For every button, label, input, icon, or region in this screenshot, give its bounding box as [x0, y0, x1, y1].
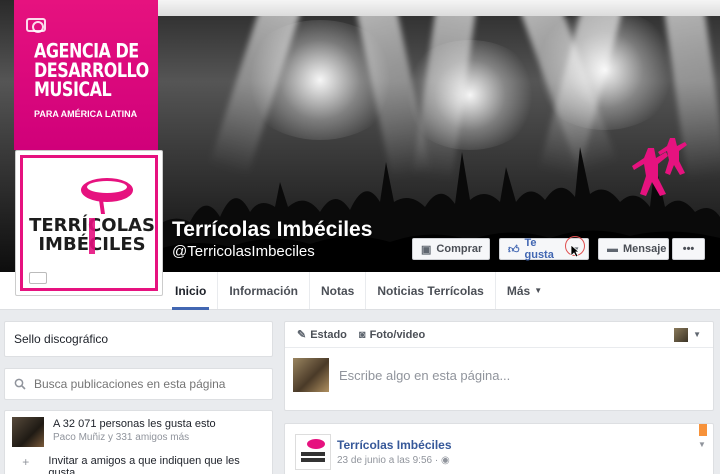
- page-handle[interactable]: @TerricolasImbeciles: [172, 243, 315, 260]
- post-composer: ✎ Estado ◙ Foto/video ▼ Escribe algo en …: [284, 321, 714, 411]
- facebook-page: AGENCIA DE DESARROLLO MUSICAL PARA AMÉRI…: [0, 0, 720, 474]
- message-icon: ▬: [607, 243, 618, 255]
- composer-placeholder[interactable]: Escribe algo en esta página...: [339, 368, 510, 383]
- invite-friends-link[interactable]: + Invitar a amigos a que indiquen que le…: [5, 453, 272, 474]
- pencil-icon: ✎: [297, 329, 307, 341]
- band-logo: TERRÍCOLAS IMBÉCILES: [29, 178, 155, 255]
- cover-top-strip: [150, 0, 720, 16]
- caret-down-icon: ▼: [693, 330, 701, 339]
- page-tabs: Inicio Información Notas Noticias Terríc…: [164, 272, 720, 310]
- category-card: Sello discográfico: [4, 321, 273, 357]
- camera-icon[interactable]: [29, 272, 47, 284]
- agency-subtitle: PARA AMÉRICA LATINA: [34, 109, 138, 119]
- camera-icon: ◙: [358, 328, 366, 341]
- profile-picture[interactable]: TERRÍCOLAS IMBÉCILES: [15, 150, 163, 296]
- buy-button[interactable]: ▣ Comprar: [412, 238, 490, 260]
- post-author-avatar[interactable]: [295, 434, 331, 470]
- dancing-figures-graphic: [632, 138, 687, 196]
- shopping-bag-icon: ▣: [421, 243, 432, 256]
- agency-banner: AGENCIA DE DESARROLLO MUSICAL PARA AMÉRI…: [14, 0, 158, 150]
- photo-video-tab[interactable]: ◙ Foto/video: [359, 329, 425, 341]
- tab-informacion[interactable]: Información: [218, 272, 311, 309]
- camera-icon[interactable]: [26, 18, 46, 33]
- likes-summary[interactable]: A 32 071 personas les gusta esto Paco Mu…: [5, 411, 272, 453]
- chevron-down-icon[interactable]: ▼: [698, 440, 706, 449]
- invite-friends-icon: +: [22, 455, 30, 469]
- friends-thumbnail: [12, 417, 44, 447]
- tab-mas[interactable]: Más ▼: [496, 272, 553, 309]
- bookmark-icon[interactable]: [699, 424, 707, 436]
- search-input[interactable]: [34, 377, 254, 391]
- message-button[interactable]: ▬ Mensaje: [598, 238, 669, 260]
- globe-icon: ◉: [440, 455, 450, 466]
- caret-down-icon: ▼: [534, 286, 543, 295]
- avatar: [674, 327, 689, 342]
- page-title[interactable]: Terrícolas Imbéciles: [172, 218, 372, 242]
- status-tab[interactable]: ✎ Estado: [297, 328, 347, 342]
- tab-notas[interactable]: Notas: [310, 272, 367, 309]
- post-as-selector[interactable]: ▼: [674, 327, 701, 342]
- composer-input-area[interactable]: Escribe algo en esta página...: [285, 348, 713, 402]
- friends-likes-text: Paco Muñiz y 331 amigos más: [53, 432, 190, 443]
- avatar: [293, 358, 329, 392]
- search-icon: [14, 378, 26, 390]
- thumbs-up-icon: 👍︎: [508, 243, 520, 256]
- page-search[interactable]: [4, 368, 273, 400]
- more-options-button[interactable]: •••: [672, 238, 705, 260]
- tab-noticias-terricolas[interactable]: Noticias Terrícolas: [366, 272, 496, 309]
- mouse-cursor-icon: [570, 244, 580, 258]
- agency-title: AGENCIA DE DESARROLLO MUSICAL: [34, 39, 149, 101]
- likes-card: A 32 071 personas les gusta esto Paco Mu…: [4, 410, 273, 474]
- feed-post: Terrícolas Imbéciles 23 de junio a las 9…: [284, 423, 714, 474]
- tab-inicio[interactable]: Inicio: [164, 272, 219, 310]
- post-author-name[interactable]: Terrícolas Imbéciles: [337, 438, 452, 452]
- likes-count-text: A 32 071 personas les gusta esto: [53, 418, 216, 430]
- post-timestamp[interactable]: 23 de junio a las 9:56 · ◉: [337, 455, 450, 466]
